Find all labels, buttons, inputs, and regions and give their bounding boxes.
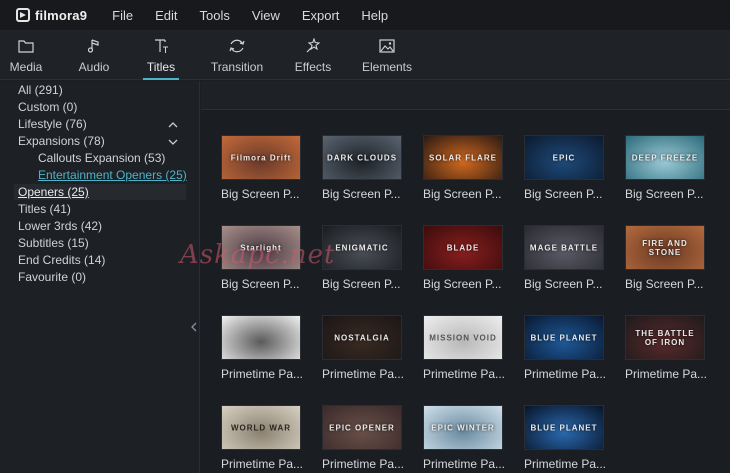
title-tile[interactable]: MISSION VOID Primetime Pa...	[423, 315, 505, 381]
title-thumbnail[interactable]: WORLD WAR	[221, 405, 301, 450]
title-thumbnail[interactable]: MAGE BATTLE	[524, 225, 604, 270]
title-tile[interactable]: MAGE BATTLE Big Screen P...	[524, 225, 604, 291]
title-thumbnail[interactable]: EPIC WINTER	[423, 405, 503, 450]
title-tile[interactable]: BLADE Big Screen P...	[423, 225, 503, 291]
tile-label: Big Screen P...	[625, 277, 704, 291]
titles-library-panel: Filmora Drift Big Screen P... DARK CLOUD…	[201, 81, 730, 473]
category-callouts-expansion[interactable]: Callouts Expansion (53)	[38, 150, 165, 166]
title-tile[interactable]: EPIC Big Screen P...	[524, 135, 604, 201]
chevron-down-icon[interactable]	[168, 137, 178, 147]
title-thumbnail[interactable]: Filmora Drift	[221, 135, 301, 180]
tile-label: Primetime Pa...	[221, 457, 304, 471]
tile-label: Big Screen P...	[423, 187, 502, 201]
title-tile[interactable]: WORLD WAR Primetime Pa...	[221, 405, 303, 471]
title-tile[interactable]: ENIGMATIC Big Screen P...	[322, 225, 402, 291]
tab-titles[interactable]: Titles	[143, 30, 179, 80]
title-tile[interactable]: BLUE PLANET Primetime Pa...	[524, 405, 606, 471]
title-thumbnail[interactable]: DARK CLOUDS	[322, 135, 402, 180]
tile-label: Big Screen P...	[524, 187, 603, 201]
title-thumbnail[interactable]: THE BATTLE OF IRON	[625, 315, 705, 360]
category-all[interactable]: All (291)	[18, 82, 63, 98]
tile-label: Big Screen P...	[322, 187, 401, 201]
chevron-up-icon[interactable]	[168, 120, 178, 130]
title-thumbnail[interactable]: SOLAR FLARE	[423, 135, 503, 180]
title-text-icon	[151, 36, 171, 56]
tab-audio[interactable]: Audio	[76, 30, 112, 80]
title-tile[interactable]: EPIC OPENER Primetime Pa...	[322, 405, 404, 471]
title-tile[interactable]: THE BATTLE OF IRON Primetime Pa...	[625, 315, 707, 381]
tile-label: Big Screen P...	[221, 277, 300, 291]
tab-effects[interactable]: Effects	[293, 30, 333, 80]
tile-label: Primetime Pa...	[221, 367, 304, 381]
menu-edit[interactable]: Edit	[155, 8, 177, 23]
category-entertainment-openers[interactable]: Entertainment Openers (25)	[38, 167, 187, 183]
title-thumbnail[interactable]: FIRE AND STONE	[625, 225, 705, 270]
title-tile[interactable]: BLUE PLANET Primetime Pa...	[524, 315, 606, 381]
tile-label: Big Screen P...	[524, 277, 603, 291]
title-tile[interactable]: Primetime Pa...	[221, 315, 303, 381]
library-header-bar	[201, 81, 730, 110]
category-favourite[interactable]: Favourite (0)	[18, 269, 86, 285]
category-sidebar: All (291) Custom (0) Lifestyle (76) Expa…	[0, 81, 200, 473]
menu-tools[interactable]: Tools	[200, 8, 230, 23]
title-thumbnail[interactable]: NOSTALGIA	[322, 315, 402, 360]
menu-help[interactable]: Help	[361, 8, 388, 23]
tab-transition[interactable]: Transition	[209, 30, 265, 80]
title-thumbnail[interactable]: MISSION VOID	[423, 315, 503, 360]
tile-label: Primetime Pa...	[524, 457, 607, 471]
menu-file[interactable]: File	[112, 8, 133, 23]
tile-label: Big Screen P...	[625, 187, 704, 201]
folder-icon	[16, 36, 36, 56]
title-tile[interactable]: Starlight Big Screen P...	[221, 225, 301, 291]
category-titles[interactable]: Titles (41)	[18, 201, 71, 217]
title-tile[interactable]: Filmora Drift Big Screen P...	[221, 135, 301, 201]
tile-label: Primetime Pa...	[524, 367, 607, 381]
title-thumbnail[interactable]: Starlight	[221, 225, 301, 270]
main-toolbar: Media Audio Titles Transition Effects El…	[0, 30, 730, 80]
category-expansions[interactable]: Expansions (78)	[18, 133, 105, 149]
title-thumbnail[interactable]: EPIC OPENER	[322, 405, 402, 450]
tile-label: Big Screen P...	[221, 187, 300, 201]
title-tile[interactable]: FIRE AND STONE Big Screen P...	[625, 225, 705, 291]
menu-view[interactable]: View	[252, 8, 280, 23]
title-tile[interactable]: EPIC WINTER Primetime Pa...	[423, 405, 505, 471]
title-tile[interactable]: DEEP FREEZE Big Screen P...	[625, 135, 705, 201]
title-thumbnail[interactable]: BLADE	[423, 225, 503, 270]
title-thumbnail[interactable]: DEEP FREEZE	[625, 135, 705, 180]
title-thumbnail[interactable]: EPIC	[524, 135, 604, 180]
tile-label: Primetime Pa...	[322, 457, 405, 471]
tab-media[interactable]: Media	[8, 30, 44, 80]
tab-elements[interactable]: Elements	[362, 30, 412, 80]
filmora-logo-icon	[16, 8, 30, 22]
app-name: filmora9	[35, 7, 88, 23]
tile-label: Primetime Pa...	[423, 367, 506, 381]
title-tile[interactable]: SOLAR FLARE Big Screen P...	[423, 135, 503, 201]
tile-label: Big Screen P...	[423, 277, 502, 291]
title-tile[interactable]: NOSTALGIA Primetime Pa...	[322, 315, 404, 381]
title-thumbnail[interactable]: BLUE PLANET	[524, 315, 604, 360]
category-subtitles[interactable]: Subtitles (15)	[18, 235, 89, 251]
app-logo: filmora9	[16, 8, 87, 23]
tile-label: Primetime Pa...	[423, 457, 506, 471]
title-tile[interactable]: DARK CLOUDS Big Screen P...	[322, 135, 402, 201]
tile-label: Big Screen P...	[322, 277, 401, 291]
collapse-sidebar-icon[interactable]	[190, 321, 198, 333]
menu-bar: filmora9 File Edit Tools View Export Hel…	[0, 0, 730, 30]
effects-sparkle-icon	[303, 36, 323, 56]
music-note-icon	[84, 36, 104, 56]
image-icon	[377, 36, 397, 56]
category-openers[interactable]: Openers (25)	[18, 184, 89, 200]
title-thumbnail[interactable]	[221, 315, 301, 360]
menu-export[interactable]: Export	[302, 8, 340, 23]
title-thumbnail[interactable]: ENIGMATIC	[322, 225, 402, 270]
category-custom[interactable]: Custom (0)	[18, 99, 77, 115]
title-thumbnail[interactable]: BLUE PLANET	[524, 405, 604, 450]
tile-label: Primetime Pa...	[625, 367, 708, 381]
tile-label: Primetime Pa...	[322, 367, 405, 381]
category-end-credits[interactable]: End Credits (14)	[18, 252, 105, 268]
category-lower-3rds[interactable]: Lower 3rds (42)	[18, 218, 102, 234]
transition-icon	[227, 36, 247, 56]
category-lifestyle[interactable]: Lifestyle (76)	[18, 116, 87, 132]
